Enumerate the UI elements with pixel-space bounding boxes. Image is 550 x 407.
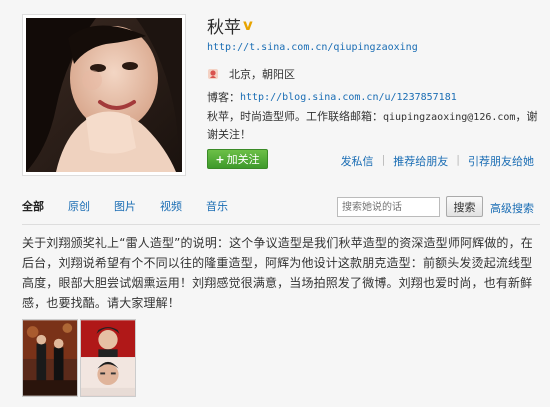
blog-row: 博客： http://blog.sina.com.cn/u/1237857181 <box>207 89 457 105</box>
follow-button-label: 加关注 <box>226 153 260 166</box>
follow-button[interactable]: + 加关注 <box>207 149 268 169</box>
avatar[interactable] <box>22 14 186 176</box>
post-image-thumbnail[interactable] <box>22 319 78 397</box>
post-image-thumbnail[interactable] <box>80 319 136 397</box>
blog-url-link[interactable]: http://blog.sina.com.cn/u/1237857181 <box>240 92 457 103</box>
tab-original[interactable]: 原创 <box>68 198 90 214</box>
introduce-friend-link[interactable]: 引荐朋友给她 <box>460 153 542 169</box>
feed-tabs: 全部 原创 图片 视频 音乐 <box>22 198 252 214</box>
avatar-photo <box>26 18 182 172</box>
tab-all[interactable]: 全部 <box>22 198 44 214</box>
post-photo-stage <box>23 320 77 396</box>
post-photo-closeup <box>81 320 135 396</box>
name-row: 秋苹 v <box>207 14 253 38</box>
search-button[interactable]: 搜索 <box>446 196 483 217</box>
profile-name: 秋苹 <box>207 17 241 38</box>
post-images <box>22 319 138 397</box>
profile-header: 秋苹 v http://t.sina.com.cn/qiupingzaoxing… <box>0 0 550 182</box>
location-row: 北京，朝阳区 <box>207 66 295 82</box>
send-message-link[interactable]: 发私信 <box>333 153 382 169</box>
recommend-to-friend-link[interactable]: 推荐给朋友 <box>385 153 456 169</box>
blog-label: 博客： <box>207 91 240 104</box>
post-text: 关于刘翔颁奖礼上“雷人造型”的说明：这个争议造型是我们秋苹造型的资深造型师阿辉做… <box>22 236 533 310</box>
location-text: 北京，朝阳区 <box>229 68 295 81</box>
divider <box>22 224 540 225</box>
location-pin-icon <box>208 69 218 79</box>
verified-badge-icon[interactable]: v <box>243 16 253 34</box>
bio-text: 秋苹，时尚造型师。工作联络邮箱：qiupingzaoxing@126.com，谢… <box>207 108 542 143</box>
weibo-url-link[interactable]: http://t.sina.com.cn/qiupingzaoxing <box>207 42 418 53</box>
advanced-search-link[interactable]: 高级搜索 <box>490 200 534 216</box>
bio-email: qiupingzaoxing@126.com <box>383 112 516 123</box>
bio-prefix: 秋苹，时尚造型师。工作联络邮箱： <box>207 110 383 123</box>
tab-videos[interactable]: 视频 <box>160 198 182 214</box>
plus-icon: + <box>215 152 225 166</box>
search-input[interactable] <box>337 197 440 217</box>
profile-actions: 发私信 | 推荐给朋友 | 引荐朋友给她 <box>333 153 542 169</box>
tab-music[interactable]: 音乐 <box>206 198 228 214</box>
tab-images[interactable]: 图片 <box>114 198 136 214</box>
